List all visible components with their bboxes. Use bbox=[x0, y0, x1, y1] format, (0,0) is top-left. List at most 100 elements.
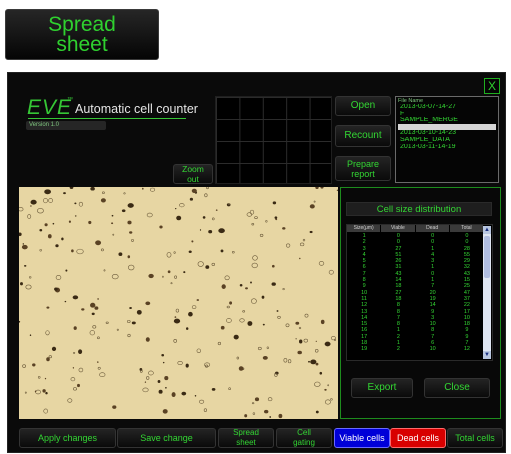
app-logo: EVE bbox=[27, 96, 73, 119]
cell-speck bbox=[69, 187, 74, 189]
cell-speck bbox=[314, 381, 321, 387]
spreadsheet-button-large[interactable]: Spread sheet bbox=[5, 9, 159, 60]
file-list-item[interactable]: SAMPLE_DATA bbox=[398, 137, 496, 144]
cell-speck bbox=[100, 248, 104, 252]
cell-speck bbox=[188, 311, 193, 317]
cell-speck bbox=[51, 346, 57, 352]
file-list-item[interactable]: F bbox=[398, 111, 496, 118]
close-window-button[interactable]: X bbox=[484, 78, 500, 94]
scrollbar-thumb[interactable] bbox=[484, 236, 490, 278]
cell-speck bbox=[116, 328, 119, 331]
cell-speck bbox=[24, 391, 27, 394]
cell-speck bbox=[265, 220, 268, 223]
cell-speck bbox=[295, 321, 300, 325]
cell-speck bbox=[233, 334, 239, 340]
cell-speck bbox=[315, 362, 319, 366]
cell-speck bbox=[131, 238, 134, 242]
cell-speck bbox=[74, 202, 77, 205]
cell-speck bbox=[276, 310, 279, 312]
apply-changes-button[interactable]: Apply changes bbox=[19, 428, 116, 448]
trademark-mark: ™ bbox=[67, 97, 73, 103]
cell-speck bbox=[179, 203, 185, 208]
cell-speck bbox=[254, 397, 260, 402]
cell-speck bbox=[299, 257, 301, 260]
cell-speck bbox=[127, 333, 131, 338]
cell-speck bbox=[78, 201, 83, 207]
cell-speck bbox=[297, 350, 302, 355]
cell-speck bbox=[21, 244, 28, 250]
cell-speck bbox=[191, 305, 197, 310]
cell-speck bbox=[251, 298, 257, 304]
cell-speck bbox=[73, 326, 77, 330]
cell-speck bbox=[72, 367, 75, 369]
save-change-button[interactable]: Save change bbox=[117, 428, 216, 448]
cell-speck bbox=[199, 229, 202, 231]
cell-speck bbox=[196, 348, 201, 354]
cell-gating-button[interactable]: Cell gating bbox=[276, 428, 332, 448]
file-list-item[interactable]: 2013-03-07-14-27 bbox=[398, 104, 496, 111]
file-list-item[interactable]: 2013-03-10-14-23 bbox=[398, 130, 496, 137]
table-cell: 12 bbox=[463, 346, 470, 353]
cell-speck bbox=[39, 248, 42, 252]
cell-speck bbox=[266, 346, 269, 350]
cell-speck bbox=[249, 209, 255, 215]
cell-speck bbox=[226, 305, 230, 309]
cell-speck bbox=[46, 357, 50, 362]
cell-speck bbox=[55, 244, 59, 248]
file-list[interactable]: File Name 2013-03-07-14-27 F SAMPLE_MERG… bbox=[395, 96, 499, 183]
recount-button[interactable]: Recount bbox=[335, 125, 391, 147]
cell-speck bbox=[186, 327, 189, 330]
cell-speck bbox=[129, 306, 132, 310]
cell-speck bbox=[271, 264, 275, 268]
cell-speck bbox=[299, 339, 303, 344]
close-button[interactable]: Close bbox=[424, 378, 490, 398]
distribution-title: Cell size distribution bbox=[346, 202, 492, 216]
cell-speck bbox=[269, 416, 272, 418]
cell-speck bbox=[19, 320, 21, 323]
cell-speck bbox=[299, 242, 305, 247]
cell-speck bbox=[318, 261, 325, 266]
cell-speck bbox=[22, 364, 26, 368]
cell-speck bbox=[324, 341, 331, 347]
viable-cells-button[interactable]: Viable cells bbox=[334, 428, 390, 448]
prepare-report-button[interactable]: Prepare report bbox=[335, 156, 391, 181]
cell-speck bbox=[94, 306, 99, 310]
cell-speck bbox=[302, 238, 306, 242]
cell-speck bbox=[71, 249, 74, 253]
zoom-out-button[interactable]: Zoom out bbox=[173, 164, 213, 184]
file-list-item[interactable]: 2013-03-11-14-19 bbox=[398, 144, 496, 151]
cell-speck bbox=[224, 275, 230, 281]
cell-speck bbox=[189, 197, 194, 201]
dead-cells-button[interactable]: Dead cells bbox=[390, 428, 446, 448]
file-list-item-selected[interactable]: SAMPLE_F bbox=[398, 123, 496, 131]
cell-speck bbox=[96, 336, 100, 340]
cell-speck bbox=[111, 214, 114, 217]
file-list-item[interactable]: SAMPLE_MERGE bbox=[398, 117, 496, 124]
spreadsheet-button[interactable]: Spread sheet bbox=[218, 428, 274, 448]
cell-speck bbox=[112, 405, 117, 409]
cell-speck bbox=[251, 223, 255, 226]
total-cells-button[interactable]: Total cells bbox=[447, 428, 503, 448]
cell-speck bbox=[239, 283, 243, 287]
cell-speck bbox=[136, 309, 142, 315]
scroll-down-arrow-icon[interactable]: ▼ bbox=[483, 351, 491, 359]
open-button[interactable]: Open bbox=[335, 96, 391, 116]
cell-speck bbox=[327, 384, 330, 387]
cell-speck bbox=[127, 319, 131, 324]
cell-speck bbox=[78, 367, 84, 373]
cell-speck bbox=[91, 312, 95, 316]
cell-speck bbox=[308, 360, 310, 363]
export-button[interactable]: Export bbox=[351, 378, 413, 398]
table-scrollbar[interactable]: ▲ ▼ bbox=[483, 226, 491, 359]
cell-speck bbox=[330, 336, 336, 341]
scroll-up-arrow-icon[interactable]: ▲ bbox=[483, 226, 491, 234]
table-row[interactable]: 19 2 10 12 bbox=[347, 346, 484, 352]
cell-speck bbox=[34, 390, 37, 393]
cell-image-view[interactable] bbox=[19, 187, 338, 419]
cell-speck bbox=[48, 198, 53, 203]
cell-speck bbox=[177, 360, 183, 366]
cell-speck bbox=[251, 402, 255, 405]
cell-speck bbox=[97, 366, 101, 370]
cell-speck bbox=[142, 187, 144, 190]
distribution-table[interactable]: Size(μm) Viable Dead Total 1 0 0 0 2 0 0 0 3 27 1 2… bbox=[346, 224, 493, 361]
